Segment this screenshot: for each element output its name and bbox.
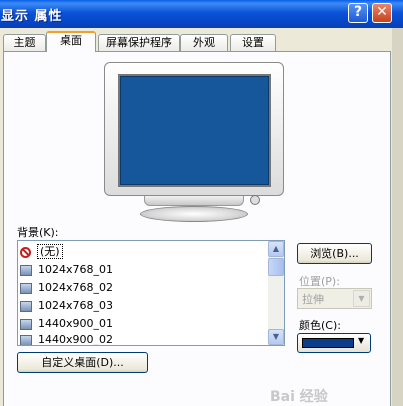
window-edge <box>392 28 403 406</box>
tab-settings[interactable]: 设置 <box>230 34 276 51</box>
list-item[interactable]: 1024x768_02 <box>20 279 268 296</box>
monitor-bezel <box>104 62 284 196</box>
monitor-power-icon <box>250 195 260 205</box>
tab-strip: 主题 桌面 屏幕保护程序 外观 设置 <box>0 30 392 52</box>
monitor-screen <box>118 74 271 187</box>
position-label: 位置(P): <box>299 275 340 288</box>
list-item-label: 1024x768_02 <box>38 281 113 294</box>
none-icon <box>20 246 31 258</box>
image-file-icon <box>20 300 32 312</box>
monitor-stand <box>140 206 248 222</box>
list-item[interactable]: 1024x768_03 <box>20 297 268 314</box>
title-bar: 显示 属性 ? ✕ <box>0 0 403 28</box>
position-select[interactable]: 拉伸 ▼ <box>297 288 372 309</box>
monitor-preview <box>104 62 284 224</box>
list-item[interactable]: 1440x900_02 <box>20 331 268 346</box>
customize-desktop-button[interactable]: 自定义桌面(D)... <box>17 352 148 373</box>
position-value: 拉伸 <box>302 293 324 306</box>
tab-appearance[interactable]: 外观 <box>180 34 228 51</box>
tab-themes[interactable]: 主题 <box>3 34 46 51</box>
image-file-icon <box>20 318 32 330</box>
window-title: 显示 属性 <box>1 9 63 24</box>
scroll-down-icon[interactable]: ▼ <box>268 329 284 345</box>
tab-desktop[interactable]: 桌面 <box>46 31 96 52</box>
browse-button[interactable]: 浏览(B)... <box>297 243 372 264</box>
chevron-down-icon: ▼ <box>358 336 365 345</box>
list-item-label: 1440x900_01 <box>38 317 113 330</box>
color-swatch <box>302 338 354 348</box>
color-picker-button[interactable]: ▼ <box>297 333 371 353</box>
watermark: Bai 经验 <box>270 389 328 405</box>
image-file-icon <box>20 264 32 276</box>
tab-screensaver[interactable]: 屏幕保护程序 <box>98 34 180 51</box>
vertical-scrollbar[interactable]: ▲ ▼ <box>268 241 284 345</box>
scroll-thumb[interactable] <box>268 258 284 276</box>
chevron-down-icon: ▼ <box>353 290 370 307</box>
image-file-icon <box>20 334 32 345</box>
list-item-label: 1024x768_03 <box>38 299 113 312</box>
monitor-neck <box>144 196 244 206</box>
color-label: 颜色(C): <box>299 319 341 332</box>
background-listbox[interactable]: (无) 1024x768_01 1024x768_02 1024x768_03 … <box>17 240 285 346</box>
list-item-label: 1440x900_02 <box>38 333 113 346</box>
list-item[interactable]: 1440x900_01 <box>20 315 268 332</box>
list-item-label: (无) <box>37 244 63 259</box>
list-item[interactable]: (无) <box>20 243 268 260</box>
close-button[interactable]: ✕ <box>372 3 392 23</box>
scroll-up-icon[interactable]: ▲ <box>268 241 284 257</box>
image-file-icon <box>20 282 32 294</box>
help-button[interactable]: ? <box>348 3 368 23</box>
list-item-label: 1024x768_01 <box>38 263 113 276</box>
background-label: 背景(K): <box>17 226 59 239</box>
list-item[interactable]: 1024x768_01 <box>20 261 268 278</box>
